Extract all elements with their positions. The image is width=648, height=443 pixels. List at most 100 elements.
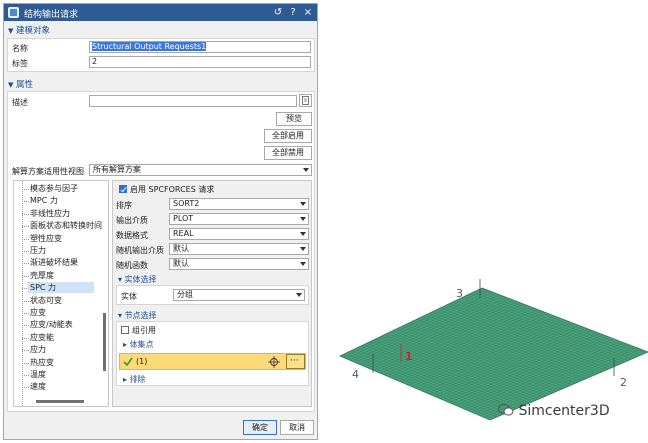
random-function-label: 随机函数 [116,261,148,270]
tree-item[interactable]: 热应变 [30,357,54,368]
output-media-label: 输出介质 [116,216,148,225]
tree-item[interactable]: 压力 [30,245,46,256]
name-label: 名称 [12,44,28,53]
tree-item[interactable]: 应变/动能表 [30,319,73,330]
tree-connector [22,189,29,190]
output-type-tree: 模态参与因子 MPC 力非线性应力 面板状态和转换时间 塑性应变 压力 渐进破坏结果 壳厚度… [13,180,109,407]
chevron-down-icon [300,202,306,206]
collection-header[interactable]: ▸ 体集点 [123,339,154,350]
node-label-2: 2 [620,376,627,389]
tree-connector [22,300,29,302]
node-section-title: 节点选择 [124,311,157,320]
ok-button[interactable]: 确定 [243,420,277,435]
chevron-down-icon [300,262,306,266]
preview-button[interactable]: 预览 [276,112,312,126]
tag-field[interactable]: 2 [89,56,311,68]
data-format-label: 数据格式 [116,231,148,240]
tree-item[interactable]: 壳厚度 [30,270,54,281]
data-format-value: REAL [173,229,194,238]
close-icon[interactable]: × [301,5,315,20]
entity-select[interactable]: 分组 [173,289,305,301]
solution-view-select[interactable]: 所有解算方案 [89,164,312,176]
dialog-footer: 确定 取消 [4,414,317,439]
sort-select[interactable]: SORT2 [169,198,309,210]
tree-branch-line [22,181,23,406]
output-media-value: PLOT [173,214,194,223]
selected-node-row[interactable]: (1) ··· [119,353,306,370]
title-bar: 结构输出请求 ↺ ? × [4,4,317,21]
reset-icon[interactable]: ↺ [271,5,285,20]
tree-item[interactable]: 状态可变 [30,295,62,306]
random-function-value: 默认 [173,259,189,268]
tree-item[interactable]: 应变能 [30,332,54,343]
tree-connector [22,226,29,228]
checkmark-icon [123,357,133,367]
tree-connector [22,251,29,252]
chevron-down-icon [300,247,306,251]
tree-item[interactable]: 应力 [30,344,46,355]
tree-item[interactable]: SPC 力 [28,282,94,294]
random-media-label: 随机输出介质 [116,246,164,255]
entity-value: 分组 [177,290,193,299]
app-icon [8,7,19,18]
entity-section-header[interactable]: ▾ 实体选择 [118,274,157,285]
tree-vertical-scrollbar[interactable] [103,313,106,371]
tree-horizontal-scrollbar[interactable] [36,400,84,403]
desc-label: 描述 [12,98,28,107]
node-section-header[interactable]: ▾ 节点选择 [118,310,157,321]
tree-connector [22,350,29,352]
node-label-1: 1 [405,350,413,363]
chevron-down-icon [300,232,306,236]
tree-item[interactable]: 面板状态和转换时间 [30,220,102,231]
watermark-text: Simcenter3D [518,403,610,419]
more-options-button[interactable]: ··· [286,354,305,369]
enable-all-button[interactable]: 全部启用 [264,129,312,143]
tree-item[interactable]: 渐进破坏结果 [30,257,78,268]
exclude-header[interactable]: ▸ 排除 [123,374,146,385]
random-media-select[interactable]: 默认 [169,243,309,255]
wechat-icon [498,404,514,416]
tree-item[interactable]: 塑性应变 [30,233,62,244]
tree-connector [22,337,29,339]
cancel-button[interactable]: 取消 [280,420,314,435]
tree-item[interactable]: 速度 [30,381,46,392]
sort-label: 排序 [116,201,132,210]
tree-item[interactable]: 模态参与因子 [30,183,78,194]
enable-spcforces-label: 启用 SPCFORCES 请求 [130,185,215,194]
solution-view-label: 解算方案适用性视图 [12,167,84,176]
random-function-select[interactable]: 默认 [169,258,309,270]
help-icon[interactable]: ? [286,5,300,20]
data-format-select[interactable]: REAL [169,228,309,240]
model-section-header[interactable]: ▼ 建模对象 [8,24,50,36]
tree-item[interactable]: 非线性应力 [30,208,70,219]
entity-section-title: 实体选择 [124,275,157,284]
props-section-header[interactable]: ▼ 属性 [8,78,33,90]
entity-label: 实体 [121,292,137,301]
document-edit-icon [302,96,309,105]
tree-connector [22,375,29,376]
text-editor-button[interactable] [299,94,312,107]
tree-connector [22,325,29,327]
enable-spcforces-checkbox[interactable] [119,185,127,193]
tree-connector [22,275,29,277]
tree-item[interactable]: 应变 [30,307,46,318]
ellipsis-icon: ··· [290,356,299,366]
tree-item[interactable]: MPC 力 [30,195,58,206]
chevron-down-icon: ▼ [8,27,14,35]
watermark: Simcenter3D [498,403,610,419]
node-label-4: 4 [352,368,359,381]
tag-field-value: 2 [92,57,98,66]
group-ref-label: 组引用 [132,326,156,335]
collection-title: 体集点 [129,340,154,349]
desc-field[interactable] [89,95,297,107]
group-ref-checkbox[interactable] [121,326,129,334]
disable-all-button[interactable]: 全部禁用 [264,146,312,160]
tree-item[interactable]: 温度 [30,369,46,380]
model-section-title: 建模对象 [16,26,51,36]
name-field[interactable]: Structural Output Requests1 [89,41,311,53]
tree-connector [22,213,29,215]
name-field-value: Structural Output Requests1 [92,42,207,51]
output-media-select[interactable]: PLOT [169,213,309,225]
output-request-dialog: 结构输出请求 ↺ ? × ▼ 建模对象 名称 Structural Output … [3,3,318,440]
crosshair-icon[interactable] [268,356,280,368]
